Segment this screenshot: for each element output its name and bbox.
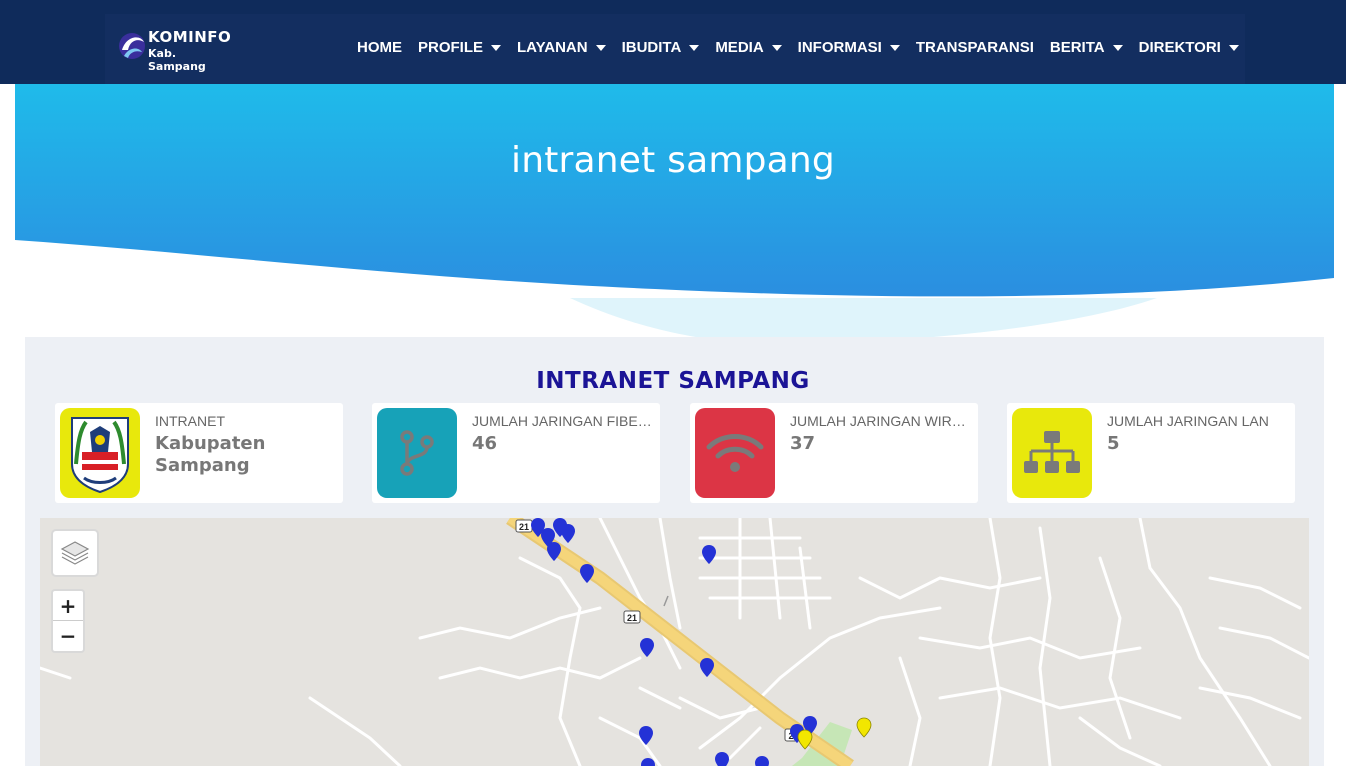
card-value: 5 [1107, 433, 1120, 454]
svg-text:21: 21 [627, 613, 637, 623]
caret-down-icon [491, 45, 502, 51]
network-tree-icon [1012, 408, 1092, 498]
card-wireless: JUMLAH JARINGAN WIRELESS 37 [690, 403, 978, 503]
nav-media[interactable]: MEDIA [715, 39, 782, 56]
main-nav: HOME PROFILE LAYANAN IBUDITA MEDIA INFOR… [357, 39, 1255, 56]
kominfo-logo[interactable]: KOMINFO Kab. Sampang [118, 26, 231, 73]
nav-profile[interactable]: PROFILE [418, 39, 502, 56]
card-label: JUMLAH JARINGAN FIBER OPTIK [472, 413, 652, 429]
nav-layanan[interactable]: LAYANAN [517, 39, 606, 56]
network-map[interactable]: 21 21 2 [40, 518, 1309, 766]
card-value: Kabupaten Sampang [155, 433, 266, 476]
map-marker-icon [856, 717, 872, 738]
svg-text:21: 21 [519, 522, 529, 532]
map-marker-icon [639, 726, 653, 745]
section-title: INTRANET SAMPANG [536, 368, 810, 394]
caret-down-icon [771, 45, 782, 51]
map-tiles: 21 21 2 [40, 518, 1309, 766]
nav-berita[interactable]: BERITA [1050, 39, 1123, 56]
road-label: 21 [515, 519, 533, 533]
card-fiber-optik: JUMLAH JARINGAN FIBER OPTIK 46 [372, 403, 660, 503]
card-label: JUMLAH JARINGAN WIRELESS [790, 413, 970, 429]
map-marker-icon [640, 638, 654, 657]
zoom-control: + − [51, 589, 85, 653]
logo-title: KOMINFO [148, 28, 232, 46]
page-title: intranet sampang [511, 140, 835, 181]
layers-control[interactable] [51, 529, 99, 577]
caret-down-icon [1112, 45, 1123, 51]
caret-down-icon [889, 45, 900, 51]
kominfo-swirl-icon [119, 33, 145, 59]
nav-informasi[interactable]: INFORMASI [798, 39, 900, 56]
zoom-in-button[interactable]: + [53, 591, 83, 621]
caret-down-icon [689, 45, 700, 51]
map-marker-icon [641, 758, 655, 766]
map-marker-icon [561, 524, 575, 543]
card-value: 46 [472, 433, 498, 454]
nav-transparansi[interactable]: TRANSPARANSI [916, 39, 1034, 56]
fiber-branch-icon [377, 408, 457, 498]
caret-down-icon [595, 45, 606, 51]
zoom-out-button[interactable]: − [53, 621, 83, 651]
layers-icon [60, 541, 90, 565]
card-intranet: INTRANET Kabupaten Sampang [55, 403, 343, 503]
road-label: 21 [623, 610, 641, 624]
card-label: INTRANET [155, 413, 225, 429]
map-marker-icon [715, 752, 729, 766]
card-lan: JUMLAH JARINGAN LAN 5 [1007, 403, 1295, 503]
card-value: 37 [790, 433, 816, 454]
map-marker-icon [702, 545, 716, 564]
card-label: JUMLAH JARINGAN LAN [1107, 413, 1269, 429]
nav-direktori[interactable]: DIREKTORI [1139, 39, 1239, 56]
map-marker-icon [700, 658, 714, 677]
sampang-emblem-icon [60, 408, 140, 498]
caret-down-icon [1228, 45, 1239, 51]
logo-subtitle: Kab. Sampang [148, 47, 206, 73]
map-marker-icon [755, 756, 769, 766]
wifi-icon [695, 408, 775, 498]
nav-home[interactable]: HOME [357, 39, 402, 56]
hero-banner [15, 84, 1334, 342]
nav-ibudita[interactable]: IBUDITA [622, 39, 700, 56]
